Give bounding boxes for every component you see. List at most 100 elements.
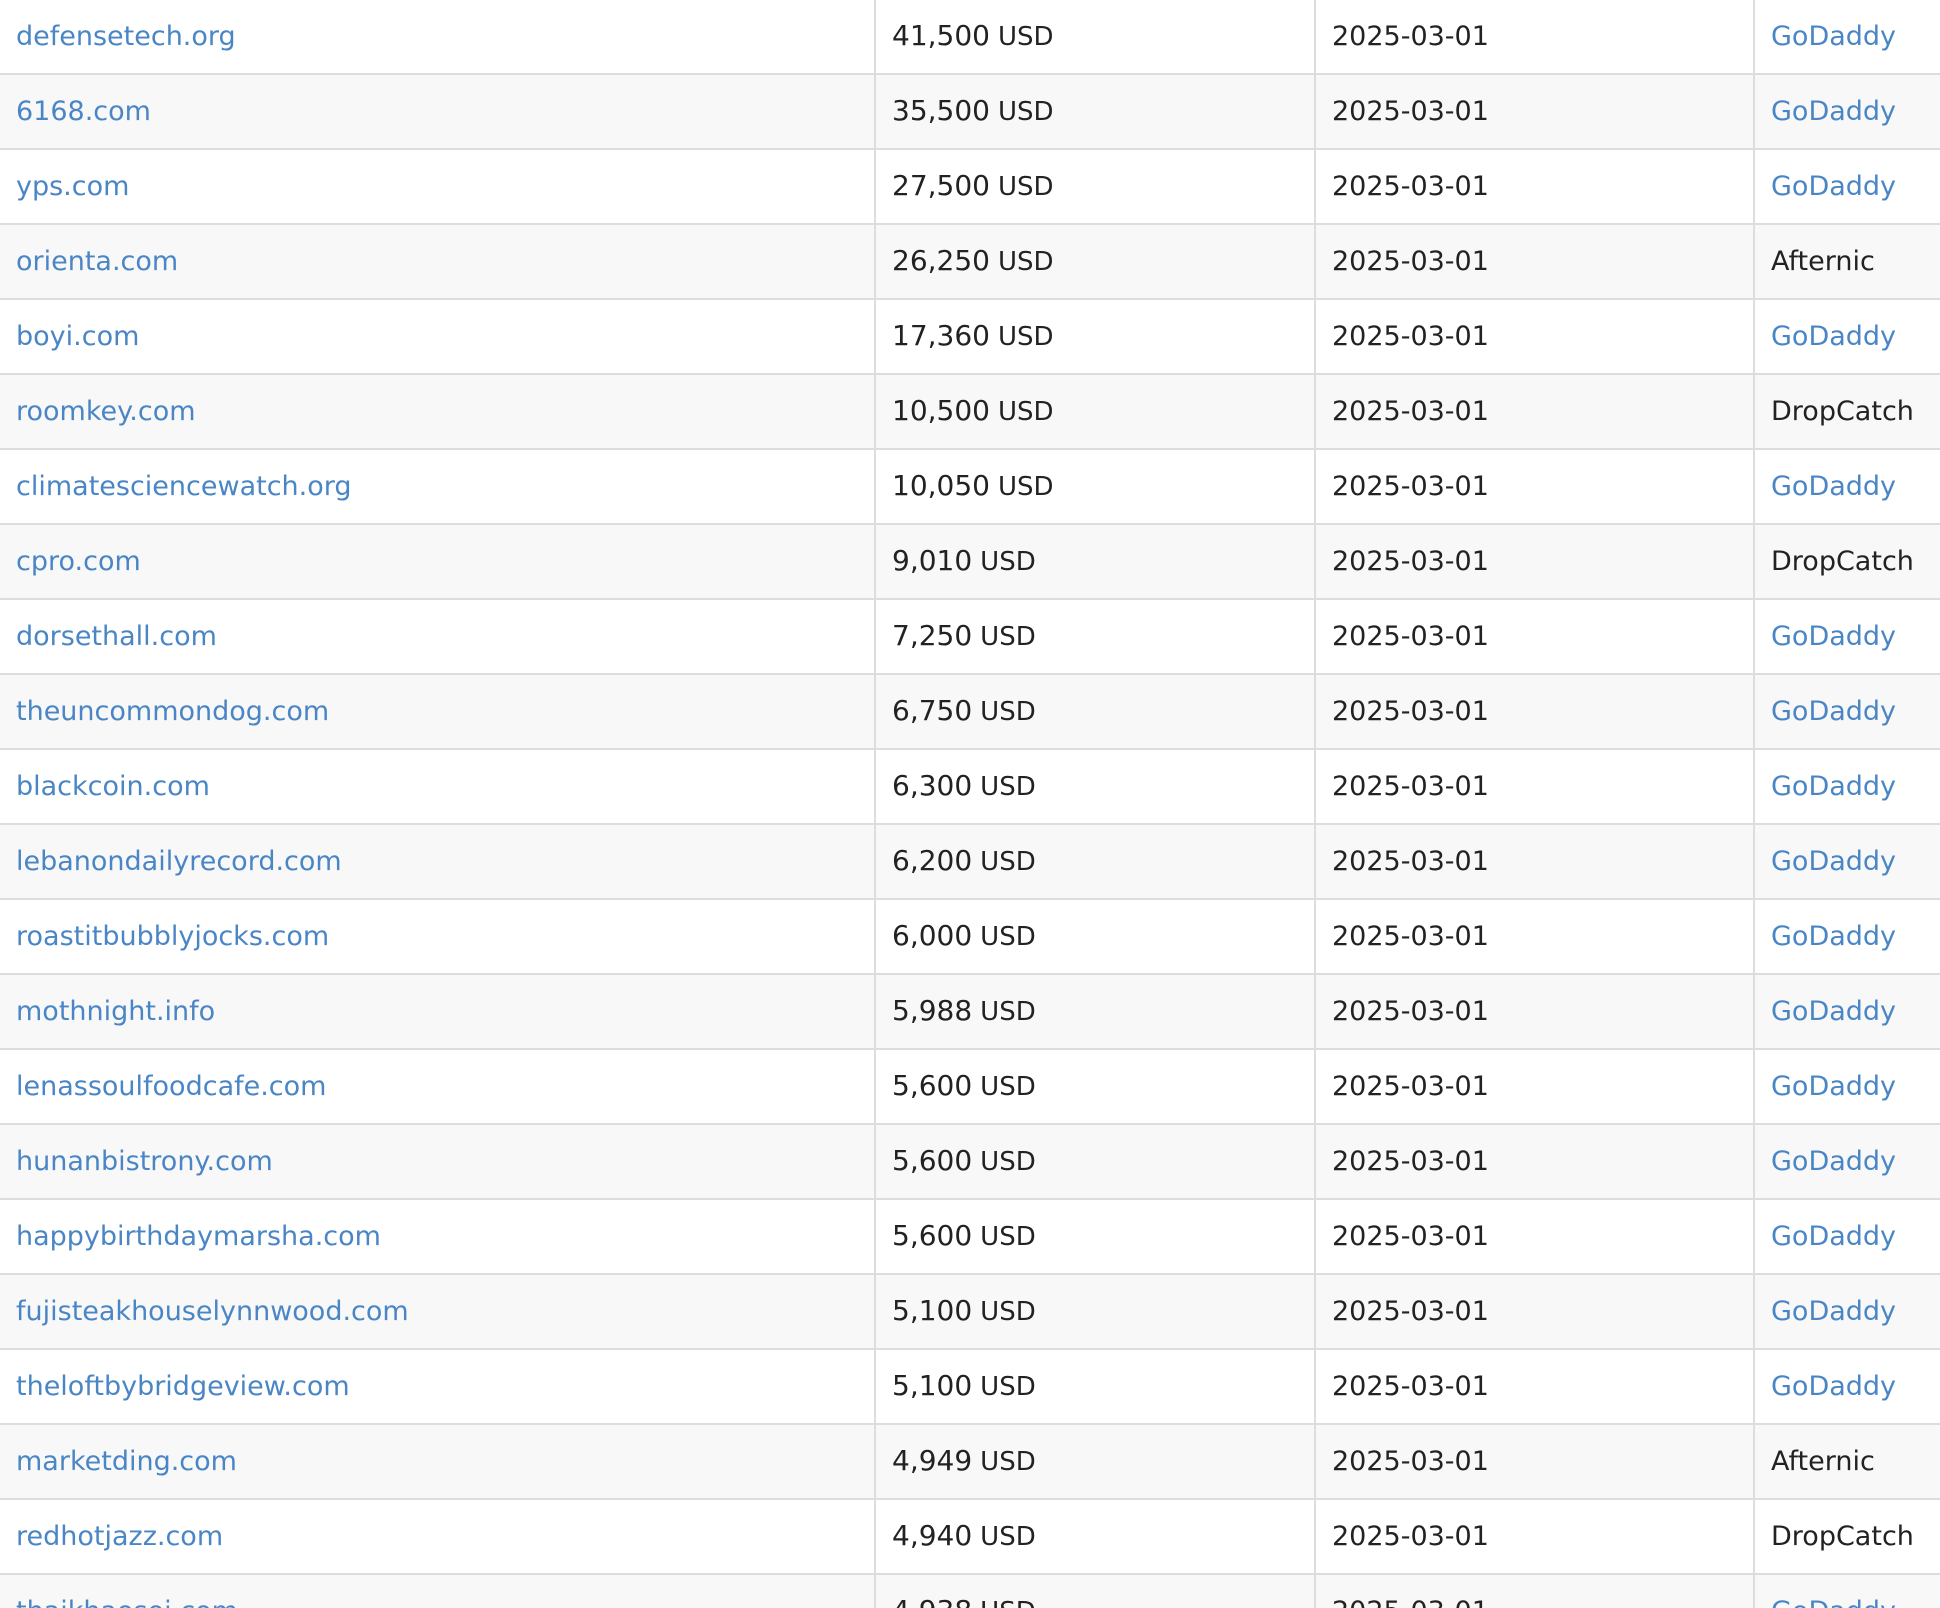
price-currency: USD [980, 772, 1036, 802]
domain-cell: marketding.com [0, 1424, 875, 1500]
price-amount: 41,500 [892, 19, 990, 52]
venue-link[interactable]: GoDaddy [1771, 996, 1896, 1027]
table-row: mothnight.info 5,988 USD 2025-03-01 GoDad… [0, 974, 1940, 1050]
venue-link[interactable]: GoDaddy [1771, 96, 1896, 127]
date-cell: 2025-03-01 [1314, 1274, 1754, 1350]
price-amount: 5,100 [892, 1294, 973, 1327]
domain-link[interactable]: climatesciencewatch.org [16, 471, 352, 502]
date-cell: 2025-03-01 [1314, 1349, 1754, 1425]
venue-cell: GoDaddy [1753, 299, 1940, 375]
domain-link[interactable]: 6168.com [16, 96, 151, 127]
domain-link[interactable]: thaikhaosoi.com [16, 1596, 238, 1608]
sale-date: 2025-03-01 [1332, 1520, 1489, 1552]
domain-link[interactable]: roastitbubblyjocks.com [16, 921, 329, 952]
domain-link[interactable]: lenassoulfoodcafe.com [16, 1071, 326, 1102]
domain-link[interactable]: redhotjazz.com [16, 1521, 223, 1552]
price-cell: 4,938 USD [874, 1574, 1315, 1608]
date-cell: 2025-03-01 [1314, 674, 1754, 750]
venue-cell: GoDaddy [1753, 1049, 1940, 1125]
venue-link[interactable]: GoDaddy [1771, 321, 1896, 352]
domain-link[interactable]: hunanbistrony.com [16, 1146, 273, 1177]
venue-link[interactable]: GoDaddy [1771, 621, 1896, 652]
price-amount: 26,250 [892, 244, 990, 277]
venue-link[interactable]: GoDaddy [1771, 1371, 1896, 1402]
sale-date: 2025-03-01 [1332, 320, 1489, 352]
venue-label: DropCatch [1771, 1520, 1914, 1552]
price-cell: 5,100 USD [874, 1349, 1315, 1425]
price-amount: 5,988 [892, 994, 973, 1027]
venue-link[interactable]: GoDaddy [1771, 21, 1896, 52]
price-amount: 5,600 [892, 1219, 973, 1252]
venue-cell: GoDaddy [1753, 449, 1940, 525]
date-cell: 2025-03-01 [1314, 1424, 1754, 1500]
domain-link[interactable]: roomkey.com [16, 396, 196, 427]
domain-link[interactable]: dorsethall.com [16, 621, 217, 652]
domain-link[interactable]: blackcoin.com [16, 771, 210, 802]
venue-link[interactable]: GoDaddy [1771, 1146, 1896, 1177]
date-cell: 2025-03-01 [1314, 149, 1754, 225]
venue-link[interactable]: GoDaddy [1771, 1071, 1896, 1102]
domain-link[interactable]: cpro.com [16, 546, 141, 577]
price-currency: USD [980, 1297, 1036, 1327]
venue-link[interactable]: GoDaddy [1771, 171, 1896, 202]
venue-cell: GoDaddy [1753, 0, 1940, 75]
table-row: climatesciencewatch.org 10,050 USD 2025-0… [0, 449, 1940, 525]
price-amount: 5,600 [892, 1144, 973, 1177]
domain-link[interactable]: defensetech.org [16, 21, 236, 52]
venue-label: DropCatch [1771, 395, 1914, 427]
table-row: yps.com 27,500 USD 2025-03-01 GoDaddy [0, 149, 1940, 225]
venue-cell: GoDaddy [1753, 599, 1940, 675]
domain-cell: lebanondailyrecord.com [0, 824, 875, 900]
table-row: roomkey.com 10,500 USD 2025-03-01 DropCat… [0, 374, 1940, 450]
domain-link[interactable]: yps.com [16, 171, 129, 202]
venue-link[interactable]: GoDaddy [1771, 921, 1896, 952]
price-cell: 41,500 USD [874, 0, 1315, 75]
domain-link[interactable]: mothnight.info [16, 996, 215, 1027]
price-currency: USD [980, 1447, 1036, 1477]
price-cell: 35,500 USD [874, 74, 1315, 150]
date-cell: 2025-03-01 [1314, 374, 1754, 450]
venue-link[interactable]: GoDaddy [1771, 1221, 1896, 1252]
venue-link[interactable]: GoDaddy [1771, 1296, 1896, 1327]
sale-date: 2025-03-01 [1332, 770, 1489, 802]
domain-link[interactable]: lebanondailyrecord.com [16, 846, 342, 877]
domain-link[interactable]: marketding.com [16, 1446, 237, 1477]
sale-date: 2025-03-01 [1332, 995, 1489, 1027]
domain-cell: theuncommondog.com [0, 674, 875, 750]
price-cell: 26,250 USD [874, 224, 1315, 300]
table-row: theuncommondog.com 6,750 USD 2025-03-01 G… [0, 674, 1940, 750]
venue-link[interactable]: GoDaddy [1771, 846, 1896, 877]
venue-label: DropCatch [1771, 545, 1914, 577]
table-row: defensetech.org 41,500 USD 2025-03-01 GoD… [0, 0, 1940, 75]
venue-link[interactable]: GoDaddy [1771, 1596, 1896, 1608]
sale-date: 2025-03-01 [1332, 95, 1489, 127]
table-row: dorsethall.com 7,250 USD 2025-03-01 GoDad… [0, 599, 1940, 675]
venue-cell: GoDaddy [1753, 974, 1940, 1050]
domain-link[interactable]: happybirthdaymarsha.com [16, 1221, 381, 1252]
date-cell: 2025-03-01 [1314, 899, 1754, 975]
venue-cell: GoDaddy [1753, 749, 1940, 825]
price-cell: 6,300 USD [874, 749, 1315, 825]
price-currency: USD [980, 1372, 1036, 1402]
venue-link[interactable]: GoDaddy [1771, 471, 1896, 502]
date-cell: 2025-03-01 [1314, 1499, 1754, 1575]
price-currency: USD [980, 997, 1036, 1027]
price-currency: USD [997, 247, 1054, 277]
domain-link[interactable]: fujisteakhouselynnwood.com [16, 1296, 409, 1327]
price-cell: 9,010 USD [874, 524, 1315, 600]
sale-date: 2025-03-01 [1332, 1370, 1489, 1402]
venue-cell: DropCatch [1753, 374, 1940, 450]
domain-link[interactable]: theloftbybridgeview.com [16, 1371, 350, 1402]
price-currency: USD [997, 472, 1054, 502]
price-currency: USD [980, 697, 1036, 727]
domain-link[interactable]: theuncommondog.com [16, 696, 329, 727]
price-currency: USD [980, 1597, 1036, 1608]
venue-link[interactable]: GoDaddy [1771, 771, 1896, 802]
price-amount: 6,000 [892, 919, 973, 952]
domain-link[interactable]: orienta.com [16, 246, 178, 277]
price-cell: 5,100 USD [874, 1274, 1315, 1350]
venue-link[interactable]: GoDaddy [1771, 696, 1896, 727]
table-row: fujisteakhouselynnwood.com 5,100 USD 2025… [0, 1274, 1940, 1350]
domain-link[interactable]: boyi.com [16, 321, 139, 352]
price-currency: USD [997, 22, 1054, 52]
